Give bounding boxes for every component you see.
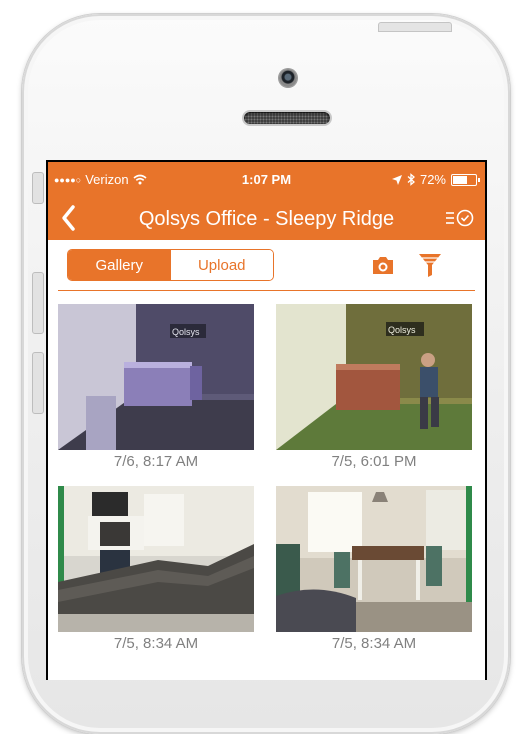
events-icon[interactable] bbox=[445, 208, 475, 228]
snapshot-timestamp: 7/5, 8:34 AM bbox=[331, 635, 417, 652]
snapshot-image[interactable]: Qolsys bbox=[58, 304, 254, 450]
toolbar: Gallery Upload bbox=[58, 240, 475, 291]
snapshot-timestamp: 7/5, 6:01 PM bbox=[331, 453, 417, 470]
battery-level bbox=[453, 175, 468, 184]
filter-icon[interactable] bbox=[418, 252, 442, 278]
tab-upload[interactable]: Upload bbox=[170, 250, 273, 280]
page-title: Qolsys Office - Sleepy Ridge bbox=[138, 208, 395, 230]
snapshot-image[interactable] bbox=[276, 486, 472, 632]
nav-bar: Qolsys Office - Sleepy Ridge bbox=[48, 196, 485, 240]
svg-text:Qolsys: Qolsys bbox=[388, 325, 416, 335]
mute-switch bbox=[32, 172, 44, 204]
volume-up-button bbox=[32, 272, 44, 334]
gallery-item[interactable]: Qolsys 7/5, 6:01 PM bbox=[276, 304, 472, 470]
gallery-item[interactable]: Qolsys 7/6, 8:17 AM bbox=[58, 304, 254, 470]
snapshot-image[interactable]: Qolsys bbox=[276, 304, 472, 450]
svg-text:Qolsys: Qolsys bbox=[172, 327, 200, 337]
front-camera bbox=[279, 69, 297, 87]
bluetooth-icon bbox=[407, 173, 415, 186]
phone-screen: ●●●●○ Verizon 1:07 PM 72% Qolsys Office … bbox=[46, 160, 487, 680]
camera-icon[interactable] bbox=[371, 254, 395, 276]
snapshot-timestamp: 7/6, 8:17 AM bbox=[113, 453, 199, 470]
battery-icon bbox=[451, 173, 480, 186]
gallery-item[interactable]: 7/5, 8:34 AM bbox=[276, 486, 472, 652]
earpiece-speaker bbox=[244, 112, 330, 124]
status-bar: ●●●●○ Verizon 1:07 PM 72% bbox=[48, 162, 485, 196]
tab-gallery[interactable]: Gallery bbox=[68, 250, 171, 280]
snapshot-image[interactable] bbox=[58, 486, 254, 632]
battery-percent: 72% bbox=[419, 172, 446, 187]
location-arrow-icon bbox=[391, 174, 402, 185]
gallery-item[interactable]: 7/5, 8:34 AM bbox=[58, 486, 254, 652]
snapshot-timestamp: 7/5, 8:34 AM bbox=[113, 635, 199, 652]
volume-down-button bbox=[32, 352, 44, 414]
view-segmented-control: Gallery Upload bbox=[67, 249, 274, 281]
power-button bbox=[378, 22, 452, 32]
